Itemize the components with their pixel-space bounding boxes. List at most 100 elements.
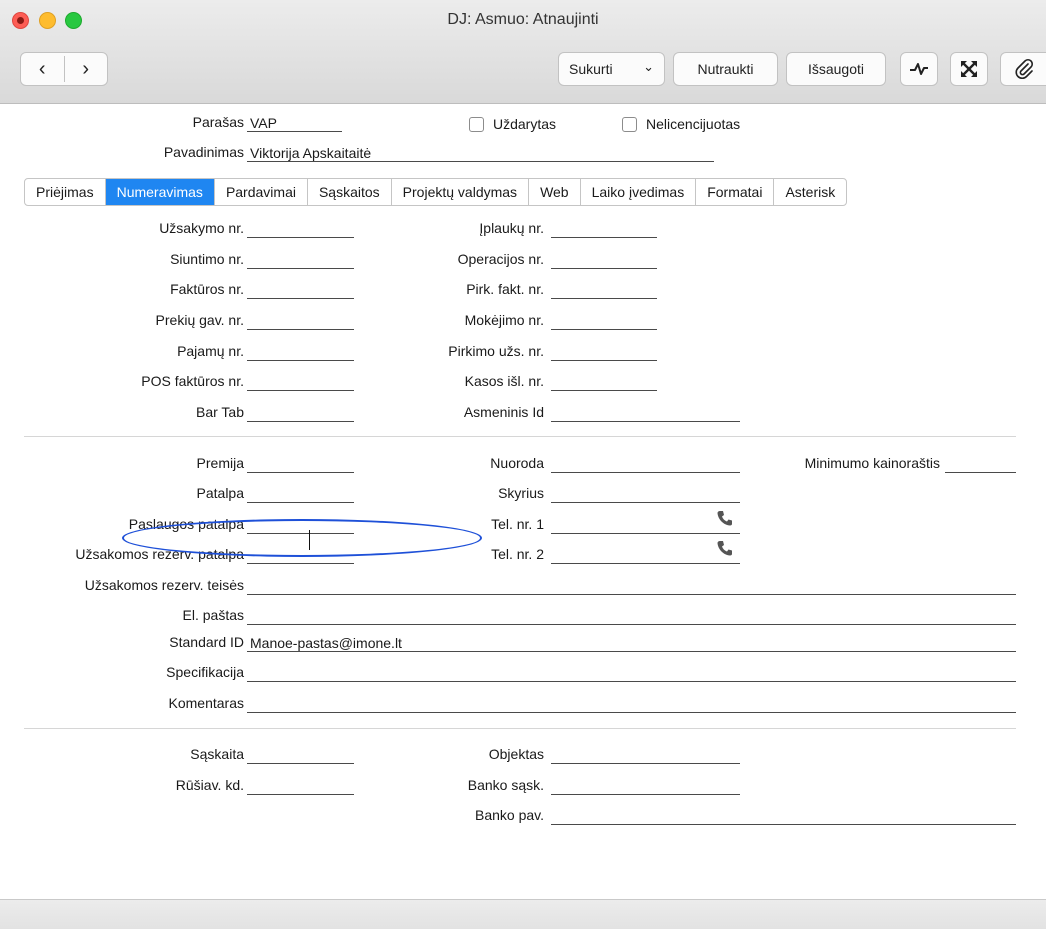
tab-formats[interactable]: Formatai [696, 179, 775, 205]
purchase-invoice-number-field[interactable] [551, 281, 657, 299]
goods-receipt-number-field[interactable] [247, 312, 354, 330]
attachment-button[interactable] [1000, 52, 1046, 86]
income-number-label: Pajamų nr. [177, 343, 244, 359]
unlicensed-checkbox-label: Nelicencijuotas [646, 116, 741, 132]
phone-icon[interactable] [717, 510, 733, 526]
payment-number-field[interactable] [551, 312, 657, 330]
transaction-number-label: Operacijos nr. [457, 251, 544, 267]
booking-rights-label: Užsakomos rezerv. teisės [84, 577, 244, 593]
tab-numbering[interactable]: Numeravimas [105, 179, 215, 205]
status-bar [0, 899, 1046, 929]
section-divider [24, 436, 1016, 437]
receipt-number-field[interactable] [551, 220, 657, 238]
payment-number-label: Mokėjimo nr. [464, 312, 544, 328]
activity-icon [910, 63, 928, 75]
room-field[interactable] [247, 485, 354, 503]
bank-name-label: Banko pav. [474, 807, 544, 823]
min-price-list-label: Minimumo kainoraštis [804, 455, 940, 471]
standard-id-field[interactable]: Manoe-pastas@imone.lt [247, 634, 1016, 652]
phone2-field[interactable] [551, 546, 740, 564]
phone1-field[interactable] [551, 516, 740, 534]
reference-field[interactable] [551, 455, 740, 473]
premium-field[interactable] [247, 455, 354, 473]
comment-label: Komentaras [168, 695, 244, 711]
comment-field[interactable] [247, 695, 1016, 713]
chevron-down-icon: ⌄ [643, 59, 654, 74]
receipt-number-label: Įplaukų nr. [479, 220, 544, 236]
sort-code-label: Rūšiav. kd. [175, 777, 244, 793]
tab-asterisk[interactable]: Asterisk [774, 179, 846, 205]
transaction-number-field[interactable] [551, 251, 657, 269]
tab-bar: Priėjimas Numeravimas Pardavimai Sąskait… [24, 178, 848, 206]
record-window: DJ: Asmuo: Atnaujinti ‹ › Sukurti ⌄ Nutr… [0, 0, 1046, 929]
tab-time-entry[interactable]: Laiko įvedimas [581, 179, 697, 205]
room-label: Patalpa [196, 485, 244, 501]
purchase-order-number-label: Pirkimo užs. nr. [448, 343, 544, 359]
object-label: Objektas [488, 746, 544, 762]
personal-id-field[interactable] [551, 404, 740, 422]
save-button[interactable]: Išsaugoti [786, 52, 886, 86]
object-field[interactable] [551, 746, 740, 764]
phone-icon[interactable] [717, 540, 733, 556]
tab-web[interactable]: Web [529, 179, 581, 205]
signature-label: Parašas [192, 114, 244, 130]
activity-button[interactable] [900, 52, 938, 86]
invoice-number-label: Faktūros nr. [170, 281, 244, 297]
tab-access[interactable]: Priėjimas [25, 179, 106, 205]
cash-out-number-label: Kasos išl. nr. [464, 373, 544, 389]
purchase-order-number-field[interactable] [551, 343, 657, 361]
invoice-number-field[interactable] [247, 281, 354, 299]
order-number-field[interactable] [247, 220, 354, 238]
account-label: Sąskaita [190, 746, 244, 762]
unlicensed-checkbox[interactable]: Nelicencijuotas [622, 116, 740, 132]
goods-receipt-number-label: Prekių gav. nr. [155, 312, 244, 328]
order-number-label: Užsakymo nr. [159, 220, 244, 236]
pos-invoice-number-field[interactable] [247, 373, 354, 391]
forward-button[interactable]: › [65, 54, 108, 84]
unlicensed-checkbox-box[interactable] [622, 116, 637, 132]
email-field[interactable] [247, 607, 1016, 625]
create-button-label: Sukurti [569, 61, 613, 77]
back-button[interactable]: ‹ [21, 54, 64, 84]
closed-checkbox-label: Uždarytas [493, 116, 557, 132]
window-title: DJ: Asmuo: Atnaujinti [447, 11, 599, 28]
sort-code-field[interactable] [247, 777, 354, 795]
name-field[interactable]: Viktorija Apskaitaitė [247, 144, 714, 162]
closed-checkbox[interactable]: Uždarytas [469, 116, 556, 132]
shipment-number-label: Siuntimo nr. [170, 251, 244, 267]
create-button[interactable]: Sukurti ⌄ [558, 52, 665, 86]
pos-invoice-number-label: POS faktūros nr. [141, 373, 244, 389]
cash-out-number-field[interactable] [551, 373, 657, 391]
email-label: El. paštas [182, 607, 244, 623]
closed-checkbox-box[interactable] [469, 116, 484, 132]
expand-icon [961, 61, 977, 77]
tab-invoices[interactable]: Sąskaitos [308, 179, 392, 205]
standard-id-label: Standard ID [169, 634, 244, 650]
bank-account-field[interactable] [551, 777, 740, 795]
income-number-field[interactable] [247, 343, 354, 361]
bank-account-label: Banko sąsk. [467, 777, 544, 793]
booking-rights-field[interactable] [247, 577, 1016, 595]
shipment-number-field[interactable] [247, 251, 354, 269]
name-label: Pavadinimas [163, 144, 244, 160]
purchase-invoice-number-label: Pirk. fakt. nr. [466, 281, 544, 297]
expand-button[interactable] [950, 52, 988, 86]
bar-tab-field[interactable] [247, 404, 354, 422]
department-label: Skyrius [498, 485, 544, 501]
department-field[interactable] [551, 485, 740, 503]
reference-label: Nuoroda [490, 455, 544, 471]
specification-label: Specifikacija [166, 664, 244, 680]
specification-field[interactable] [247, 664, 1016, 682]
cancel-button[interactable]: Nutraukti [673, 52, 778, 86]
form-content: Parašas VAP Uždarytas Nelicencijuotas Pa… [0, 104, 1046, 899]
premium-label: Premija [196, 455, 244, 471]
min-price-list-field[interactable] [945, 455, 1016, 473]
signature-field[interactable]: VAP [247, 114, 342, 132]
account-field[interactable] [247, 746, 354, 764]
tab-sales[interactable]: Pardavimai [215, 179, 308, 205]
bar-tab-label: Bar Tab [196, 404, 244, 420]
personal-id-label: Asmeninis Id [463, 404, 544, 420]
bank-name-field[interactable] [551, 807, 1016, 825]
highlight-ellipse [122, 519, 482, 557]
tab-project-management[interactable]: Projektų valdymas [392, 179, 530, 205]
